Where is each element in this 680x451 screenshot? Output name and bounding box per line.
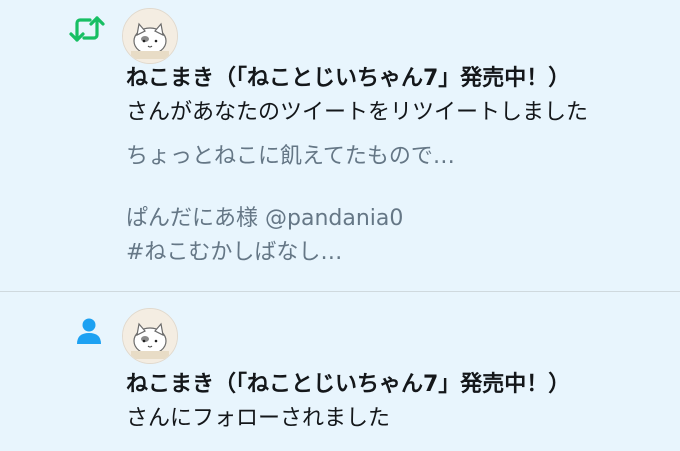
notification-action-text: さんがあなたのツイートをリツイートしました [126,100,589,125]
user-name-link[interactable]: ねこまき（「ねことじいちゃん7」発売中！） [126,370,570,400]
tweet-preview-line[interactable]: ちょっとねこに飢えてたもので… [126,142,455,172]
person-icon [74,316,104,346]
avatar[interactable] [122,8,178,64]
user-name-link[interactable]: ねこまき（「ねことじいちゃん7」発売中！） [126,64,570,94]
tweet-preview-line[interactable]: ぱんだにあ様 @pandania0 [126,204,403,234]
avatar[interactable] [122,308,178,364]
notification-retweet[interactable]: ねこまき（「ねことじいちゃん7」発売中！） さんがあなたのツイートをリツイートし… [0,0,680,291]
notification-action-text: さんにフォローされました [126,406,391,431]
retweet-icon [68,14,106,44]
tweet-preview-line[interactable]: #ねこむかしばなし… [126,238,342,268]
